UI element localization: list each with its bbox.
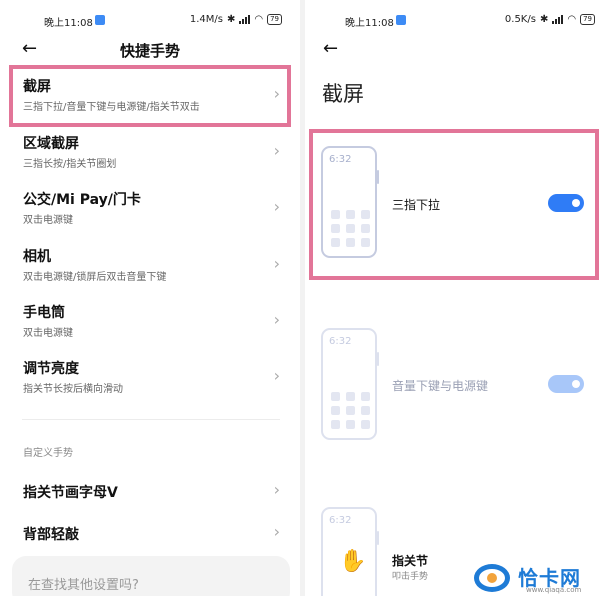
option-label: 音量下键与电源键 (392, 379, 489, 393)
wifi-icon: ◠ (254, 14, 264, 25)
list-item-transit-pay[interactable]: 公交/Mi Pay/门卡 双击电源键 › (12, 181, 290, 237)
search-placeholder: 在查找其他设置吗? (28, 578, 139, 593)
status-bar: 晚上11:08 0.5K/s ✱ ◠ 79 (305, 12, 613, 30)
item-title: 公交/Mi Pay/门卡 (23, 192, 141, 208)
chevron-right-icon: › (273, 310, 280, 329)
status-time: 晚上11:08 (44, 18, 93, 29)
phone-clock: 6:32 (329, 515, 352, 526)
item-title: 背部轻敲 (23, 527, 79, 543)
item-subtitle: 双击电源键 (23, 328, 73, 339)
option-sublabel: 叩击手势 (392, 572, 429, 582)
list-item-back-tap[interactable]: 背部轻敲 › (12, 508, 290, 548)
item-subtitle: 双击电源键/锁屏后双击音量下键 (23, 272, 167, 283)
signal-icon (552, 15, 564, 24)
notification-icon (396, 15, 406, 25)
phone-side-button (377, 531, 379, 545)
network-speed: 0.5K/s (504, 14, 536, 25)
chevron-right-icon: › (273, 254, 280, 273)
network-speed: 1.4M/s (189, 14, 223, 25)
chevron-right-icon: › (273, 366, 280, 385)
item-subtitle: 双击电源键 (23, 215, 73, 226)
notification-icon (95, 15, 105, 25)
list-item-brightness[interactable]: 调节亮度 指关节长按后横向滑动 › (12, 350, 290, 406)
phone-illustration: 6:32 ✋ (321, 507, 379, 596)
list-item-flashlight[interactable]: 手电筒 双击电源键 › (12, 294, 290, 350)
chevron-right-icon: › (273, 522, 280, 541)
phone-side-button (377, 352, 379, 366)
status-time: 晚上11:08 (345, 18, 394, 29)
item-title: 区域截屏 (23, 136, 79, 152)
page-title: 截屏 (322, 82, 364, 106)
section-header: 自定义手势 (23, 448, 73, 459)
item-title: 相机 (23, 249, 51, 265)
battery-icon: 79 (267, 14, 282, 25)
search-suggestion-box[interactable]: 在查找其他设置吗? (12, 556, 290, 596)
bluetooth-icon: ✱ (539, 14, 549, 25)
highlight-frame (309, 129, 599, 280)
bluetooth-icon: ✱ (226, 14, 236, 25)
watermark: 恰卡网 www.qiaqa.com (470, 560, 613, 596)
app-grid-icon (331, 392, 370, 429)
gesture-settings-screen: 晚上11:08 1.4M/s ✱ ◠ 79 ← 快捷手势 截屏 三指下拉/音量下… (0, 0, 300, 596)
status-bar: 晚上11:08 1.4M/s ✱ ◠ 79 (0, 12, 300, 30)
highlight-frame (9, 65, 291, 127)
item-subtitle: 三指长按/指关节圈划 (23, 159, 117, 170)
screenshot-settings-screen: 晚上11:08 0.5K/s ✱ ◠ 79 ← 截屏 6:32 三指下拉 6:3… (305, 0, 613, 596)
list-item-knuckle-v[interactable]: 指关节画字母V › (12, 466, 290, 506)
option-label: 指关节 (392, 554, 429, 568)
signal-icon (239, 15, 251, 24)
chevron-right-icon: › (273, 197, 280, 216)
item-title: 指关节画字母V (23, 485, 118, 501)
list-item-region-screenshot[interactable]: 区域截屏 三指长按/指关节圈划 › (12, 125, 290, 181)
divider (22, 419, 280, 420)
chevron-right-icon: › (273, 480, 280, 499)
volume-power-toggle[interactable] (548, 375, 584, 393)
back-arrow-icon[interactable]: ← (323, 38, 338, 59)
list-item-camera[interactable]: 相机 双击电源键/锁屏后双击音量下键 › (12, 238, 290, 294)
phone-clock: 6:32 (329, 336, 352, 347)
phone-illustration: 6:32 (321, 328, 379, 440)
chevron-right-icon: › (273, 141, 280, 160)
item-title: 调节亮度 (23, 361, 79, 377)
item-title: 手电筒 (23, 305, 65, 321)
battery-icon: 79 (580, 14, 595, 25)
page-title: 快捷手势 (119, 42, 180, 60)
watermark-logo-icon (474, 564, 510, 592)
item-subtitle: 指关节长按后横向滑动 (23, 384, 123, 395)
knuckle-hand-icon: ✋ (339, 549, 367, 574)
wifi-icon: ◠ (567, 14, 577, 25)
watermark-url: www.qiaqa.com (526, 586, 582, 594)
